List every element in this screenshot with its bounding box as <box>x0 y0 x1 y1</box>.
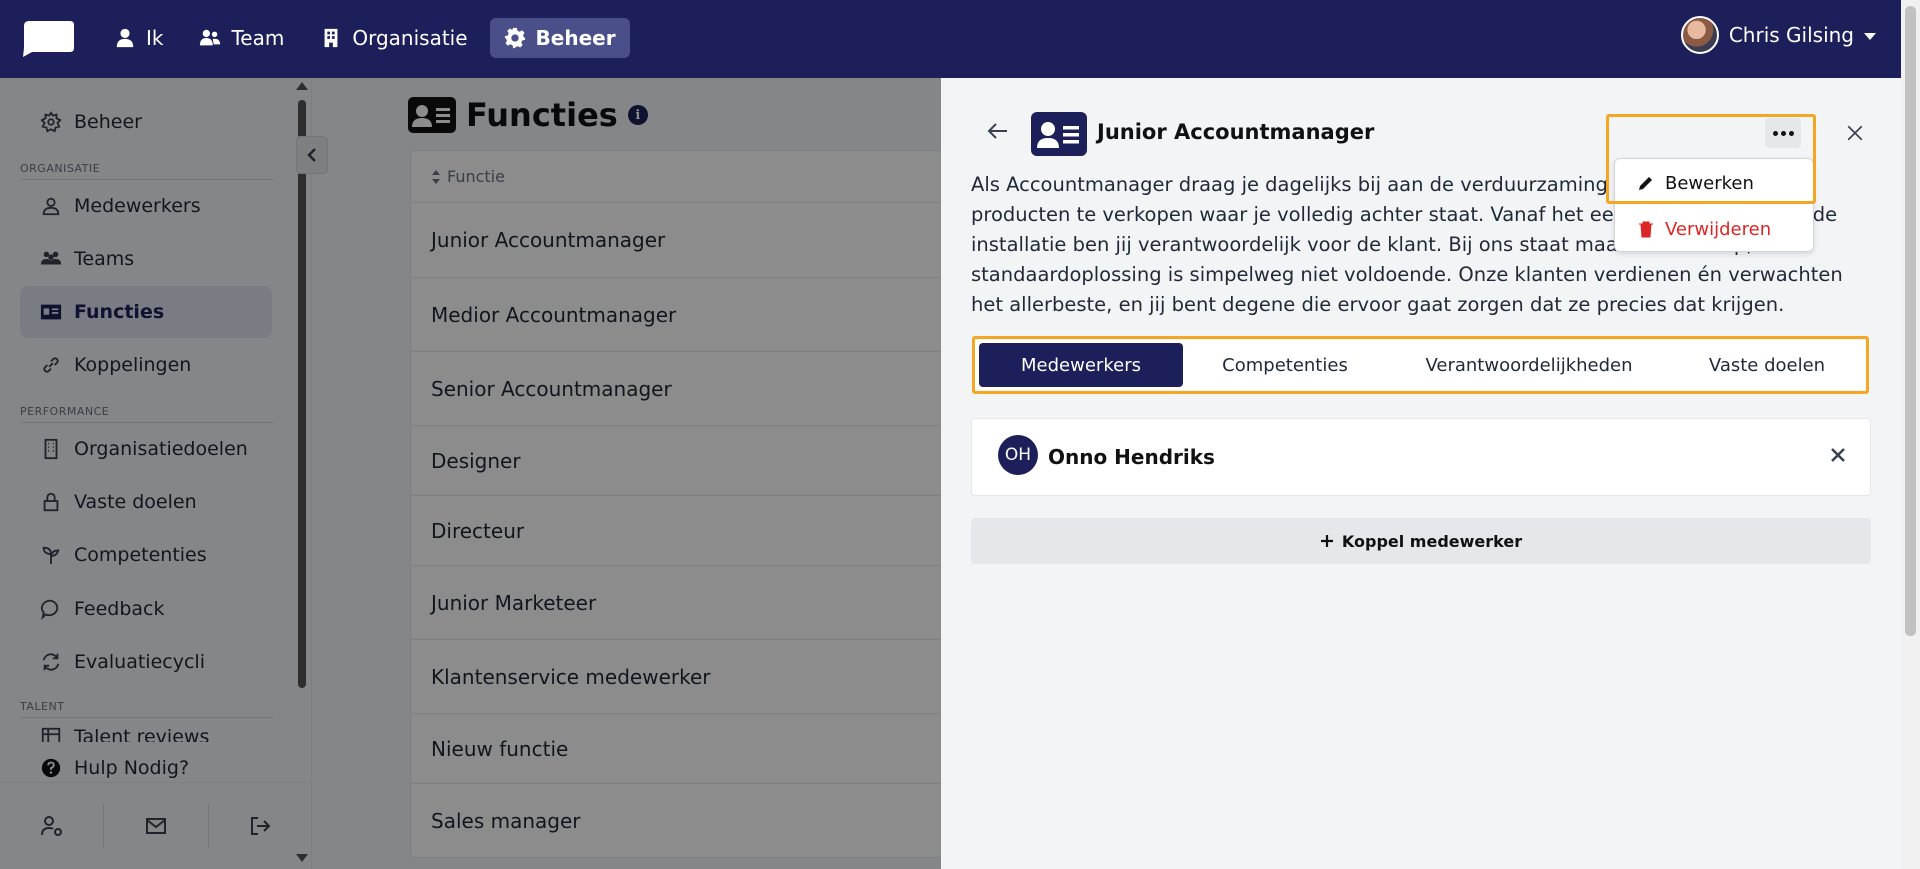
nav-item-team[interactable]: Team <box>185 18 298 58</box>
nav-item-ik[interactable]: Ik <box>100 18 177 58</box>
back-button[interactable] <box>985 118 1011 144</box>
arrow-left-icon <box>987 123 1007 139</box>
add-member-label: Koppel medewerker <box>1341 531 1523 551</box>
trash-icon <box>1639 221 1653 238</box>
menu-label: Bewerken <box>1665 172 1754 194</box>
panel-tabs: Medewerkers Competenties Verantwoordelij… <box>975 340 1867 390</box>
building-icon <box>324 28 338 48</box>
ellipsis-icon <box>1772 130 1778 136</box>
nav-label: Beheer <box>535 26 616 50</box>
tab-vaste-doelen[interactable]: Vaste doelen <box>1671 343 1863 387</box>
options-menu: Bewerken Verwijderen <box>1614 158 1814 252</box>
user-name: Chris Gilsing <box>1728 23 1854 47</box>
close-icon <box>1831 448 1845 462</box>
pencil-icon <box>1639 177 1652 190</box>
menu-label: Verwijderen <box>1665 218 1772 240</box>
gear-icon <box>504 27 525 49</box>
caret-down-icon <box>1864 33 1876 40</box>
close-icon <box>1847 125 1863 141</box>
user-menu[interactable]: Chris Gilsing <box>1680 16 1876 54</box>
nav-item-organisatie[interactable]: Organisatie <box>306 18 481 58</box>
nav-label: Organisatie <box>352 26 468 50</box>
panel-title: Junior Accountmanager <box>1097 120 1375 144</box>
nav-label: Ik <box>146 26 164 50</box>
tab-verantwoordelijkheden[interactable]: Verantwoordelijkheden <box>1387 343 1671 387</box>
users-icon <box>200 29 221 46</box>
more-options-button[interactable] <box>1765 118 1801 148</box>
add-member-button[interactable]: Koppel medewerker <box>971 518 1871 564</box>
member-name: Onno Hendriks <box>1048 445 1215 469</box>
avatar: OH <box>998 435 1038 475</box>
remove-member-button[interactable] <box>1828 445 1848 465</box>
close-panel-button[interactable] <box>1844 122 1866 148</box>
avatar <box>1680 16 1719 54</box>
nav-label: Team <box>231 26 285 50</box>
ellipsis-dot <box>1788 130 1794 136</box>
id-card-icon <box>1031 112 1087 156</box>
user-icon <box>116 28 134 48</box>
tab-medewerkers[interactable]: Medewerkers <box>979 343 1183 387</box>
ellipsis-dot <box>1780 130 1786 136</box>
menu-item-edit[interactable]: Bewerken <box>1615 161 1815 205</box>
tab-competenties[interactable]: Competenties <box>1183 343 1387 387</box>
nav-item-beheer[interactable]: Beheer <box>489 18 630 58</box>
plus-icon <box>1320 535 1333 547</box>
member-card: OH Onno Hendriks <box>971 418 1871 496</box>
scroll-thumb[interactable] <box>1905 6 1916 636</box>
modal-backdrop[interactable] <box>0 78 941 869</box>
app-logo[interactable] <box>18 18 78 58</box>
page-scrollbar[interactable] <box>1901 0 1920 869</box>
top-navigation: Ik Team Organisatie Beheer Chris Gilsing <box>0 0 1920 78</box>
menu-item-delete[interactable]: Verwijderen <box>1615 207 1815 251</box>
